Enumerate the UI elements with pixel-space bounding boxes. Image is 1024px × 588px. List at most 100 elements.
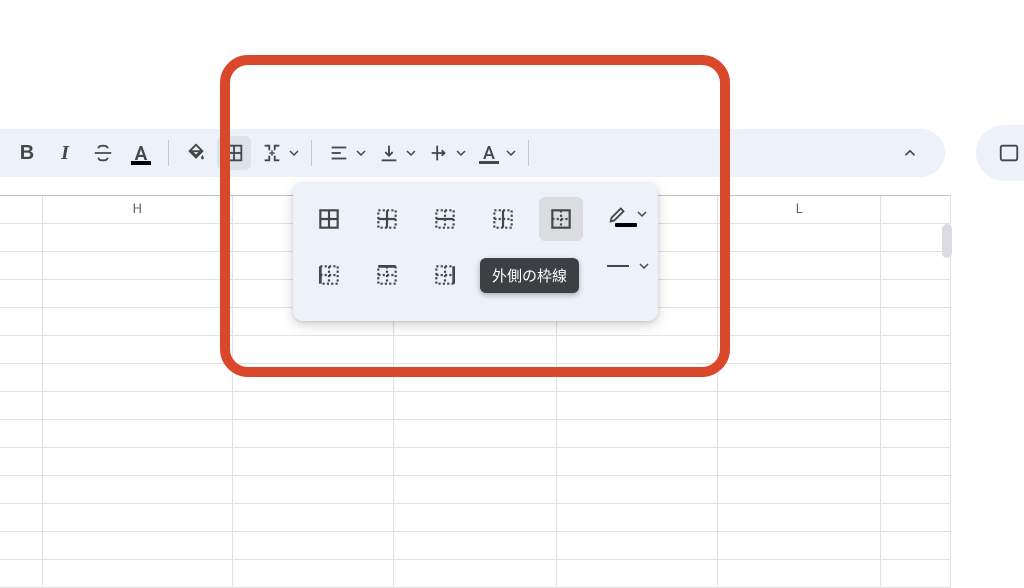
v-align-dropdown[interactable] (404, 148, 418, 158)
cell[interactable] (43, 280, 233, 307)
cell[interactable] (43, 504, 233, 531)
cell[interactable] (718, 224, 881, 251)
cell[interactable] (557, 336, 719, 363)
cell[interactable] (0, 308, 43, 335)
cell[interactable] (557, 448, 719, 475)
vertical-align-button[interactable] (372, 136, 406, 170)
border-color-button[interactable] (607, 197, 653, 231)
cell[interactable] (718, 364, 881, 391)
cell[interactable] (881, 532, 951, 559)
border-top-button[interactable] (365, 253, 409, 297)
cell[interactable] (718, 476, 881, 503)
cell[interactable] (394, 448, 557, 475)
cell[interactable] (718, 420, 881, 447)
cell[interactable] (718, 448, 881, 475)
cell[interactable] (881, 392, 951, 419)
text-color-button[interactable]: A (124, 136, 158, 170)
cell[interactable] (233, 420, 395, 447)
merge-cells-button[interactable] (255, 136, 289, 170)
cell[interactable] (718, 308, 881, 335)
border-right-button[interactable] (423, 253, 467, 297)
cell[interactable] (233, 392, 395, 419)
cell[interactable] (718, 280, 881, 307)
cell[interactable] (0, 280, 43, 307)
cell[interactable] (0, 392, 43, 419)
cell[interactable] (0, 224, 43, 251)
cell[interactable] (43, 476, 233, 503)
cell[interactable] (43, 392, 233, 419)
column-header[interactable] (881, 196, 951, 223)
cell[interactable] (394, 392, 557, 419)
border-all-button[interactable] (307, 197, 351, 241)
cell[interactable] (0, 420, 43, 447)
cell[interactable] (881, 364, 951, 391)
h-align-dropdown[interactable] (354, 148, 368, 158)
cell[interactable] (718, 504, 881, 531)
rotation-dropdown[interactable] (504, 148, 518, 158)
text-wrap-button[interactable] (422, 136, 456, 170)
cell[interactable] (881, 308, 951, 335)
border-left-button[interactable] (307, 253, 351, 297)
cell[interactable] (0, 532, 43, 559)
horizontal-align-button[interactable] (322, 136, 356, 170)
cell[interactable] (394, 336, 557, 363)
cell[interactable] (43, 532, 233, 559)
cell[interactable] (394, 364, 557, 391)
column-header[interactable]: H (43, 196, 233, 223)
cell[interactable] (394, 420, 557, 447)
cell[interactable] (43, 420, 233, 447)
strikethrough-button[interactable] (86, 136, 120, 170)
cell[interactable] (881, 420, 951, 447)
vertical-scrollbar-thumb[interactable] (942, 224, 952, 258)
cell[interactable] (233, 532, 395, 559)
cell[interactable] (881, 504, 951, 531)
cell[interactable] (881, 448, 951, 475)
cell[interactable] (881, 336, 951, 363)
italic-button[interactable]: I (48, 136, 82, 170)
cell[interactable] (394, 532, 557, 559)
cell[interactable] (557, 532, 719, 559)
border-horizontal-button[interactable] (423, 197, 467, 241)
cell[interactable] (43, 448, 233, 475)
bold-button[interactable]: B (10, 136, 44, 170)
cell[interactable] (43, 308, 233, 335)
cell[interactable] (557, 476, 719, 503)
cell[interactable] (881, 476, 951, 503)
cell[interactable] (557, 420, 719, 447)
side-panel-toggle[interactable] (976, 125, 1024, 181)
merge-cells-dropdown[interactable] (287, 148, 301, 158)
cell[interactable] (0, 504, 43, 531)
cell[interactable] (0, 364, 43, 391)
cell[interactable] (394, 504, 557, 531)
wrap-dropdown[interactable] (454, 148, 468, 158)
cell[interactable] (43, 224, 233, 251)
cell[interactable] (557, 364, 719, 391)
collapse-toolbar-button[interactable] (893, 136, 927, 170)
cell[interactable] (557, 504, 719, 531)
border-style-button[interactable] (607, 249, 653, 283)
cell[interactable] (881, 224, 951, 251)
cell[interactable] (0, 448, 43, 475)
borders-button[interactable] (217, 136, 251, 170)
border-inner-button[interactable] (365, 197, 409, 241)
column-header[interactable] (0, 196, 43, 223)
fill-color-button[interactable] (179, 136, 213, 170)
text-rotation-button[interactable]: A (472, 136, 506, 170)
cell[interactable] (881, 280, 951, 307)
cell[interactable] (718, 532, 881, 559)
border-outer-button[interactable] (539, 197, 583, 241)
cell[interactable] (718, 252, 881, 279)
cell[interactable] (43, 364, 233, 391)
cell[interactable] (718, 336, 881, 363)
border-vertical-button[interactable] (481, 197, 525, 241)
cell[interactable] (718, 392, 881, 419)
cell[interactable] (233, 504, 395, 531)
cell[interactable] (43, 336, 233, 363)
cell[interactable] (0, 476, 43, 503)
cell[interactable] (233, 336, 395, 363)
cell[interactable] (557, 392, 719, 419)
cell[interactable] (881, 252, 951, 279)
cell[interactable] (233, 448, 395, 475)
cell[interactable] (0, 336, 43, 363)
cell[interactable] (233, 476, 395, 503)
